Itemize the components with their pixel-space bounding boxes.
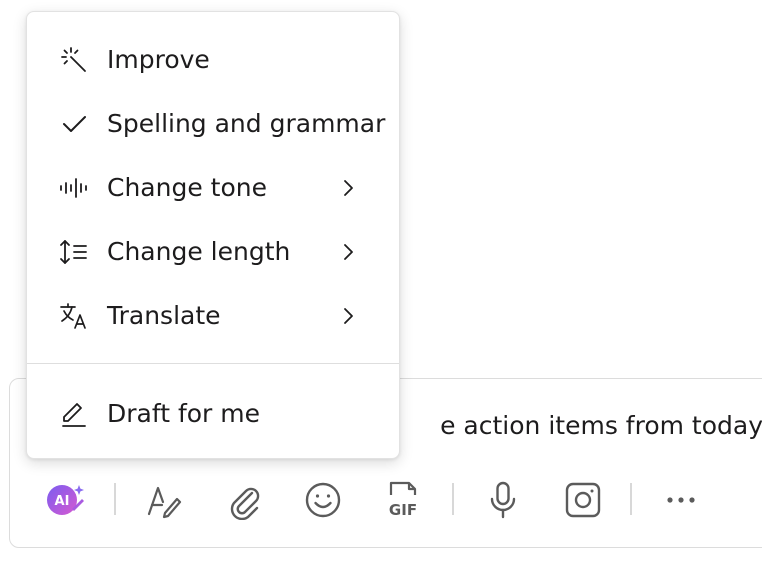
menu-item-change-length[interactable]: Change length [27,224,399,280]
toolbar-separator [630,483,632,515]
more-options-button[interactable] [658,477,704,523]
menu-item-label: Improve [107,45,210,74]
composer-toolbar: AI GIF [10,477,762,523]
emoji-icon [305,482,341,518]
menu-item-change-tone[interactable]: Change tone [27,160,399,216]
ai-sparkle-icon: AI [47,485,84,515]
text-length-icon [59,238,89,266]
formatting-button[interactable] [140,477,186,523]
waveform-icon [59,174,89,202]
ai-assistant-button[interactable]: AI [42,477,88,523]
menu-item-label: Draft for me [107,399,261,428]
translate-icon [59,302,89,330]
chevron-right-icon [344,244,353,260]
format-text-icon [147,486,182,519]
menu-divider [27,363,399,364]
menu-item-translate[interactable]: Translate [27,288,399,344]
chevron-right-icon [344,180,353,196]
menu-item-improve[interactable]: Improve [27,32,399,88]
toolbar-separator [114,483,116,515]
more-dots-icon [667,497,695,503]
menu-item-draft-for-me[interactable]: Draft for me [27,386,399,442]
menu-item-label: Translate [107,301,221,330]
magic-wand-icon [59,46,89,74]
gif-button[interactable]: GIF [380,477,426,523]
voice-button[interactable] [480,477,526,523]
paperclip-icon [230,487,260,520]
menu-item-label: Change tone [107,173,267,202]
gif-label: GIF [389,501,417,519]
camera-icon [565,482,601,518]
pencil-icon [59,400,89,428]
menu-item-spelling-grammar[interactable]: Spelling and grammar [27,96,399,152]
menu-item-label: Change length [107,237,291,266]
menu-item-label: Spelling and grammar [107,109,386,138]
microphone-icon [490,481,516,519]
emoji-button[interactable] [300,477,346,523]
ai-actions-menu: Improve Spelling and grammar Change tone [26,11,400,459]
camera-button[interactable] [560,477,606,523]
attach-button[interactable] [220,477,266,523]
chevron-right-icon [344,308,353,324]
gif-icon: GIF [389,481,417,519]
check-icon [59,110,89,138]
toolbar-separator [452,483,454,515]
ai-label: AI [55,494,70,509]
